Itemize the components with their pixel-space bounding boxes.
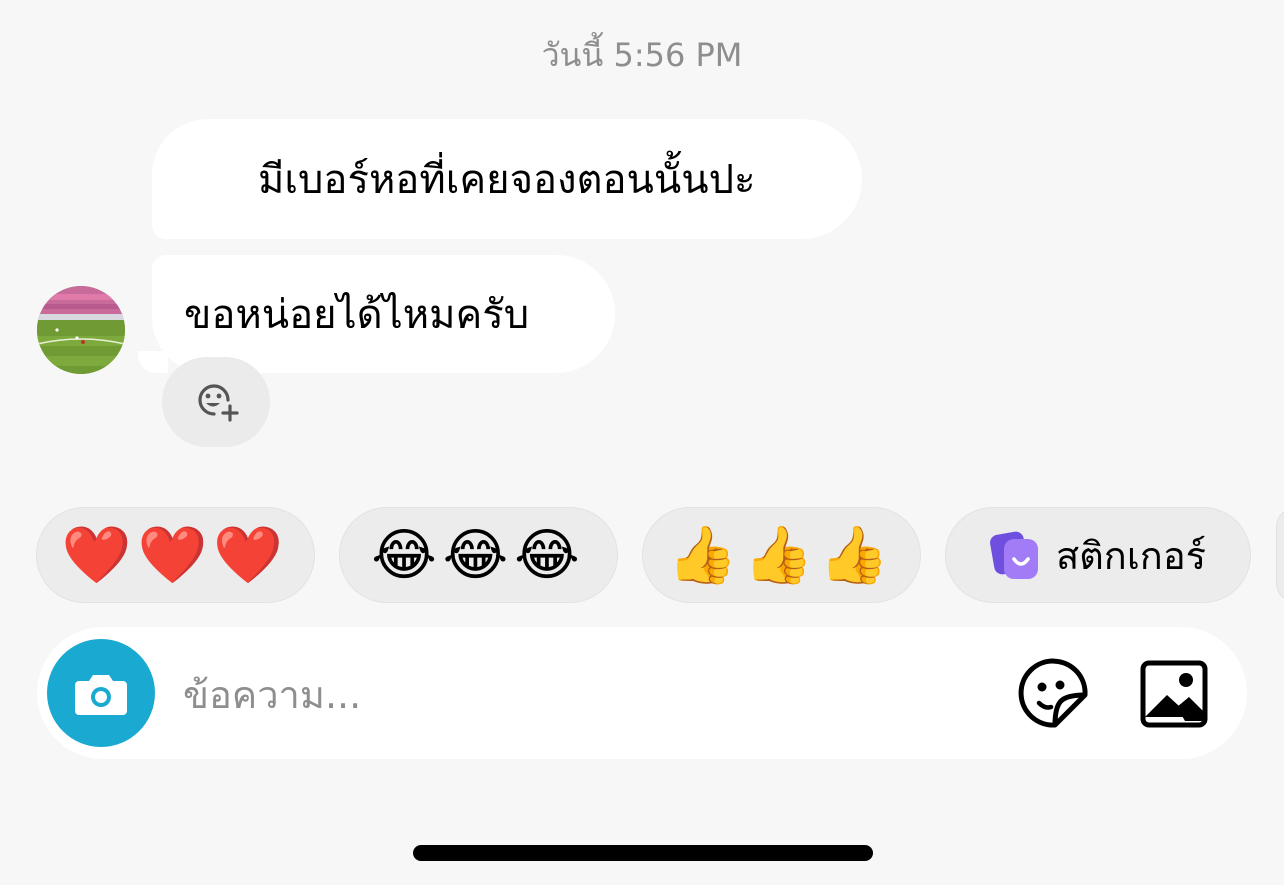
message-timestamp: วันนี้ 5:56 PM xyxy=(541,36,743,74)
quick-reply-sticker[interactable]: สติกเกอร์ xyxy=(945,507,1251,603)
quick-reply-emoji: 👍👍👍 xyxy=(667,523,896,588)
message-input[interactable] xyxy=(183,671,943,719)
avatar[interactable] xyxy=(37,286,125,374)
quick-reply-emoji: ❤️❤️❤️ xyxy=(61,523,290,588)
message-composer xyxy=(37,627,1247,759)
message-text: มีเบอร์หอที่เคยจองตอนนั้นปะ xyxy=(258,157,756,203)
quick-reply-hearts[interactable]: ❤️❤️❤️ xyxy=(36,507,315,603)
quick-reply-thumbs-up[interactable]: 👍👍👍 xyxy=(642,507,921,603)
add-reaction-button[interactable] xyxy=(162,357,270,447)
gallery-button[interactable] xyxy=(1139,659,1209,729)
sticker-app-icon xyxy=(989,531,1038,579)
sticker-label: สติกเกอร์ xyxy=(1055,533,1207,578)
quick-reply-laughing[interactable]: 😂😂😂 xyxy=(339,507,618,603)
quick-reply-more[interactable] xyxy=(1276,507,1284,603)
quick-reply-emoji: 😂😂😂 xyxy=(371,522,586,588)
quick-reply-row: ❤️❤️❤️ 😂😂😂 👍👍👍 สติกเกอร์ xyxy=(0,507,1284,603)
incoming-message-bubble[interactable]: ขอหน่อยได้ไหมครับ xyxy=(138,255,615,373)
emoji-add-icon xyxy=(198,384,239,422)
message-text: ขอหน่อยได้ไหมครับ xyxy=(184,292,530,338)
chat-screen: วันนี้ 5:56 PM มีเบอร์หอที่เคยจองตอนนั้น… xyxy=(0,0,1284,885)
home-indicator[interactable] xyxy=(413,845,873,861)
sticker-button[interactable] xyxy=(1015,655,1091,731)
camera-icon xyxy=(75,675,127,715)
avatar-image xyxy=(37,286,125,374)
image-icon xyxy=(1140,660,1208,728)
sticker-icon xyxy=(1018,658,1088,728)
camera-button[interactable] xyxy=(47,639,155,747)
incoming-message-bubble[interactable]: มีเบอร์หอที่เคยจองตอนนั้นปะ xyxy=(152,119,862,239)
